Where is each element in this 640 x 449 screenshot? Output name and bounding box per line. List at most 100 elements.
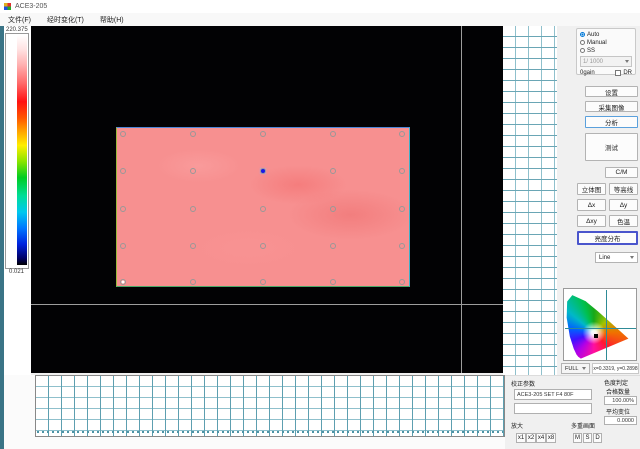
delta-xy-button[interactable]: Δxy — [577, 215, 606, 227]
multi-m-button[interactable]: M — [573, 433, 582, 443]
multi-s-button[interactable]: S — [583, 433, 592, 443]
test-button[interactable]: 测试 — [585, 133, 638, 161]
measure-point-marker — [330, 206, 336, 212]
radio-row-auto[interactable]: Auto — [580, 31, 632, 38]
cie-crosshair-vertical — [606, 290, 607, 360]
delta-x-button[interactable]: Δx — [577, 199, 606, 211]
cie-measured-point — [594, 334, 598, 338]
measure-point-marker — [399, 206, 405, 212]
dr-label: DR — [623, 70, 632, 76]
settings-button[interactable]: 设置 — [585, 86, 638, 97]
calibration-label: 校正参数 — [511, 379, 535, 388]
zoom-x8-button[interactable]: x8 — [546, 433, 556, 443]
cie-horseshoe — [566, 290, 634, 359]
cie-range-select[interactable]: FULL — [561, 363, 590, 374]
radio-ss-label: SS — [587, 48, 595, 54]
radio-row-ss[interactable]: SS — [580, 47, 632, 54]
menu-temporal-change[interactable]: 经时变化(T) — [39, 13, 92, 26]
menu-bar: 文件(F) 经时变化(T) 帮助(H) — [0, 13, 640, 27]
zoom-x4-button[interactable]: x4 — [536, 433, 546, 443]
exposure-groupbox: Auto Manual SS 1/ 1000 0gain DR — [576, 28, 636, 75]
bottom-panel: 校正参数 ACE3-205 SET F4 80F 放大 x1 x2 x4 x8 … — [505, 375, 640, 449]
app-window: ACE3-205 文件(F) 经时变化(T) 帮助(H) 220.375 0.0… — [0, 0, 640, 449]
multi-d-button[interactable]: D — [593, 433, 602, 443]
cie-crosshair-horizontal — [565, 328, 636, 329]
cm-toggle-button[interactable]: C/M — [605, 167, 638, 178]
measure-point-marker — [120, 131, 126, 137]
measure-point-marker — [190, 206, 196, 212]
calibration-value-field[interactable]: ACE3-205 SET F4 80F — [514, 389, 592, 400]
measure-point-marker — [120, 279, 126, 285]
title-bar: ACE3-205 — [0, 0, 640, 14]
section-line-horizontal[interactable] — [31, 304, 503, 305]
section-line-vertical[interactable] — [461, 26, 462, 373]
multi-screen-label: 多重画面 — [571, 421, 595, 430]
gain-row: 0gain DR — [580, 70, 632, 76]
radio-manual-label: Manual — [587, 40, 607, 46]
color-temp-button[interactable]: 色温 — [609, 215, 638, 227]
measure-point-marker — [260, 243, 266, 249]
control-panel: Auto Manual SS 1/ 1000 0gain DR 设置 采集图像 … — [557, 26, 640, 375]
measure-point-marker — [190, 131, 196, 137]
cie-coords-readout: x=0.3319, y=0.2898 — [592, 363, 639, 374]
cie-range-value: FULL — [565, 366, 578, 372]
capture-image-button[interactable]: 采集图像 — [585, 101, 638, 112]
chevron-down-icon — [625, 60, 629, 63]
menu-file[interactable]: 文件(F) — [0, 13, 39, 26]
chevron-down-icon — [630, 256, 634, 259]
pass-count-label: 合格数量 — [606, 387, 630, 396]
stereo-view-button[interactable]: 立体图 — [577, 183, 606, 195]
measure-point-marker — [120, 168, 126, 174]
measure-point-marker — [330, 168, 336, 174]
calibration-value-field-2[interactable] — [514, 403, 592, 414]
line-mode-value: Line — [599, 255, 610, 261]
colorbar-gradient — [17, 35, 27, 265]
contour-button[interactable]: 等高线 — [609, 183, 638, 195]
measure-point-marker — [260, 206, 266, 212]
measure-point-marker — [190, 279, 196, 285]
measure-point-marker — [190, 243, 196, 249]
analyze-button[interactable]: 分析 — [585, 116, 638, 128]
gain-label: 0gain — [580, 70, 595, 76]
radio-row-manual[interactable]: Manual — [580, 39, 632, 46]
radio-ss[interactable] — [580, 48, 585, 53]
side-data-grid — [503, 26, 557, 375]
measure-point-marker — [190, 168, 196, 174]
measure-point-marker — [399, 168, 405, 174]
pass-count-value: 100.00% — [604, 396, 637, 405]
bottom-data-grid[interactable] — [35, 375, 505, 437]
cie-diagram[interactable] — [563, 288, 637, 361]
avg-shift-label: 平均变位 — [606, 407, 630, 416]
measure-point-marker — [120, 206, 126, 212]
measure-point-marker — [399, 279, 405, 285]
avg-shift-value: 0.0000 — [604, 416, 637, 425]
colorbar-min-value: 0.021 — [9, 269, 24, 275]
radio-manual[interactable] — [580, 40, 585, 45]
zoom-x1-button[interactable]: x1 — [516, 433, 526, 443]
zoom-x2-button[interactable]: x2 — [526, 433, 536, 443]
measure-point-marker — [260, 279, 266, 285]
measure-point-marker — [399, 131, 405, 137]
measure-point-marker — [399, 243, 405, 249]
colorbar — [5, 33, 29, 269]
menu-help[interactable]: 帮助(H) — [92, 13, 132, 26]
measure-point-marker — [120, 243, 126, 249]
measure-point-marker — [330, 131, 336, 137]
window-title: ACE3-205 — [15, 3, 47, 10]
dr-checkbox[interactable] — [615, 70, 621, 76]
measure-point-marker — [260, 168, 266, 174]
radio-auto[interactable] — [580, 32, 585, 37]
shutter-speed-select[interactable]: 1/ 1000 — [580, 56, 632, 67]
zoom-label: 放大 — [511, 421, 523, 430]
image-canvas[interactable] — [31, 26, 503, 373]
chevron-down-icon — [582, 367, 586, 370]
delta-y-button[interactable]: Δy — [609, 199, 638, 211]
measured-panel-image[interactable] — [116, 127, 410, 287]
chroma-judge-label: 色度判定 — [604, 378, 628, 387]
colorbar-strip: 220.375 0.021 — [4, 26, 31, 375]
radio-auto-label: Auto — [587, 32, 599, 38]
line-mode-select[interactable]: Line — [595, 252, 638, 263]
bottom-grid-ticks — [37, 431, 503, 433]
luminance-distribution-button[interactable]: 亮度分布 — [577, 231, 638, 245]
measure-point-marker — [330, 243, 336, 249]
